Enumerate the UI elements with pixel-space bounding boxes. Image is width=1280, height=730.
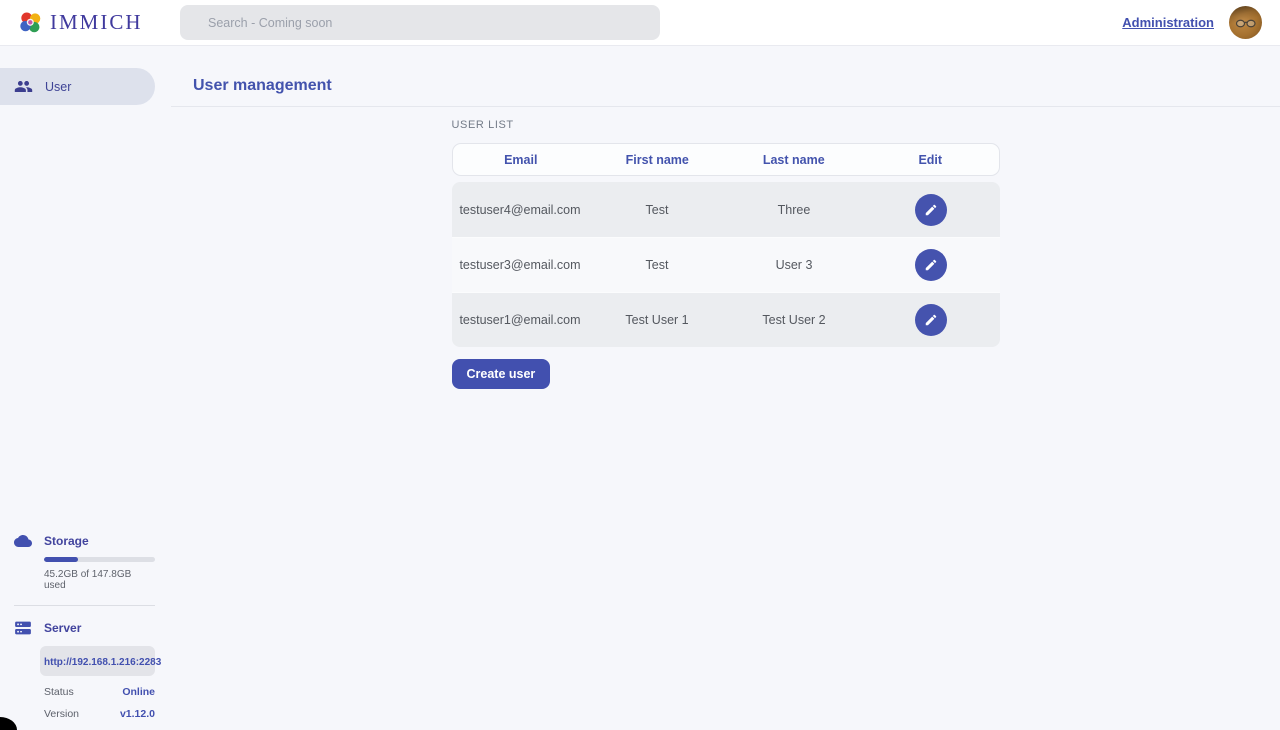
server-version-row: Version v1.12.0: [44, 708, 155, 720]
edit-user-button[interactable]: [915, 304, 947, 336]
cloud-icon: [14, 532, 32, 550]
server-title: Server: [44, 621, 81, 635]
column-header-first-name: First name: [589, 153, 726, 167]
brand-name: IMMICH: [50, 10, 143, 35]
storage-block: Storage 45.2GB of 147.8GB used: [14, 532, 155, 591]
topbar: IMMICH Administration: [0, 0, 1280, 46]
server-block: Server http://192.168.1.216:2283 Status …: [14, 619, 155, 720]
users-icon: [14, 77, 33, 96]
server-url-chip[interactable]: http://192.168.1.216:2283: [40, 646, 155, 676]
table-header-row: Email First name Last name Edit: [452, 143, 1000, 176]
user-email: testuser1@email.com: [452, 313, 589, 327]
table-row: testuser4@email.com Test Three: [452, 182, 1000, 237]
user-first-name: Test: [589, 203, 726, 217]
table-row: testuser3@email.com Test User 3: [452, 237, 1000, 292]
topbar-right: Administration: [1122, 6, 1262, 39]
create-user-button[interactable]: Create user: [452, 359, 551, 389]
page-header: User management: [171, 46, 1280, 107]
column-header-edit: Edit: [862, 153, 999, 167]
status-label: Status: [44, 686, 74, 698]
storage-progress-fill: [44, 557, 78, 562]
status-value: Online: [122, 686, 155, 698]
sidebar-divider: [14, 605, 155, 606]
user-email: testuser4@email.com: [452, 203, 589, 217]
pencil-icon: [924, 258, 938, 272]
storage-usage-text: 45.2GB of 147.8GB used: [44, 569, 155, 591]
search-input[interactable]: [180, 5, 660, 40]
edit-user-button[interactable]: [915, 194, 947, 226]
version-label: Version: [44, 708, 79, 720]
sidebar-footer: Storage 45.2GB of 147.8GB used Server: [0, 532, 171, 720]
main-content: User management USER LIST Email First na…: [171, 0, 1280, 389]
sidebar: User Storage 45.2GB of 147.8GB used: [0, 46, 171, 730]
immich-logo-icon: [18, 10, 43, 35]
user-first-name: Test: [589, 258, 726, 272]
server-status-row: Status Online: [44, 686, 155, 698]
brand-home-link[interactable]: IMMICH: [18, 10, 180, 35]
user-table: Email First name Last name Edit testuser…: [452, 143, 1000, 347]
version-value: v1.12.0: [120, 708, 155, 720]
glasses-icon: [1235, 18, 1257, 28]
edit-user-button[interactable]: [915, 249, 947, 281]
administration-link[interactable]: Administration: [1122, 15, 1214, 30]
user-last-name: Test User 2: [726, 313, 863, 327]
table-body: testuser4@email.com Test Three testuser3…: [452, 182, 1000, 347]
column-header-last-name: Last name: [726, 153, 863, 167]
page-title: User management: [193, 77, 1280, 95]
user-list-label: USER LIST: [452, 119, 1000, 131]
user-avatar[interactable]: [1229, 6, 1262, 39]
user-last-name: Three: [726, 203, 863, 217]
storage-title: Storage: [44, 534, 89, 548]
user-email: testuser3@email.com: [452, 258, 589, 272]
table-row: testuser1@email.com Test User 1 Test Use…: [452, 292, 1000, 347]
server-icon: [14, 619, 32, 637]
pencil-icon: [924, 203, 938, 217]
column-header-email: Email: [453, 153, 590, 167]
storage-progress-bar: [44, 557, 155, 562]
server-url: http://192.168.1.216:2283: [44, 657, 161, 668]
user-first-name: Test User 1: [589, 313, 726, 327]
sidebar-item-user[interactable]: User: [0, 68, 155, 105]
user-last-name: User 3: [726, 258, 863, 272]
pencil-icon: [924, 313, 938, 327]
sidebar-item-label: User: [45, 80, 71, 94]
